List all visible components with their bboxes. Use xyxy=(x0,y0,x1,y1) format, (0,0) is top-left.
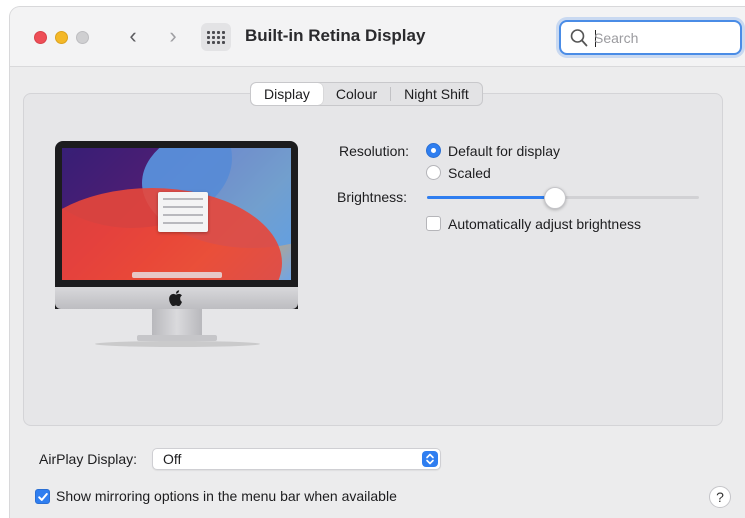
auto-brightness-label[interactable]: Automatically adjust brightness xyxy=(448,216,641,232)
auto-brightness-checkbox[interactable] xyxy=(426,216,441,231)
close-icon[interactable] xyxy=(34,31,47,44)
imac-illustration xyxy=(55,141,298,347)
airplay-display-select[interactable]: Off xyxy=(152,448,441,470)
maximize-icon xyxy=(76,31,89,44)
mirroring-checkbox[interactable] xyxy=(35,489,50,504)
search-icon xyxy=(570,29,588,47)
grid-icon xyxy=(207,30,225,44)
scaled-label[interactable]: Scaled xyxy=(448,165,491,181)
tab-colour[interactable]: Colour xyxy=(323,83,390,105)
apple-logo-icon xyxy=(169,290,182,306)
search-input[interactable] xyxy=(594,27,734,49)
brightness-slider-fill xyxy=(427,196,555,199)
tab-bar: Display Colour Night Shift xyxy=(250,82,483,106)
select-arrows-icon xyxy=(422,451,438,467)
imac-bezel xyxy=(55,141,298,309)
mini-dock xyxy=(132,272,222,278)
airplay-display-value: Off xyxy=(163,451,182,467)
airplay-display-label: AirPlay Display: xyxy=(39,451,138,467)
imac-shadow xyxy=(95,341,260,347)
brightness-label: Brightness: xyxy=(337,189,408,205)
brightness-slider-knob[interactable] xyxy=(544,187,566,209)
minimize-icon[interactable] xyxy=(55,31,68,44)
search-field[interactable] xyxy=(559,20,742,55)
radio-default-for-display[interactable] xyxy=(426,143,441,158)
chevron-right-icon[interactable]: › xyxy=(160,23,186,51)
resolution-label: Resolution: xyxy=(339,143,410,159)
window-title: Built-in Retina Display xyxy=(245,26,426,45)
tab-display[interactable]: Display xyxy=(251,83,323,105)
default-for-display-label[interactable]: Default for display xyxy=(448,143,560,159)
help-button[interactable]: ? xyxy=(709,486,731,508)
toolbar: ‹ › Built-in Retina Display xyxy=(10,7,745,67)
imac-stand xyxy=(152,309,202,337)
mirroring-label[interactable]: Show mirroring options in the menu bar w… xyxy=(56,488,397,504)
checkmark-icon xyxy=(38,493,48,501)
imac-screen xyxy=(62,148,291,280)
show-all-button[interactable] xyxy=(201,23,231,51)
chevron-left-icon[interactable]: ‹ xyxy=(120,23,146,51)
mini-window xyxy=(158,192,208,232)
tab-night-shift[interactable]: Night Shift xyxy=(391,83,482,105)
radio-scaled[interactable] xyxy=(426,165,441,180)
